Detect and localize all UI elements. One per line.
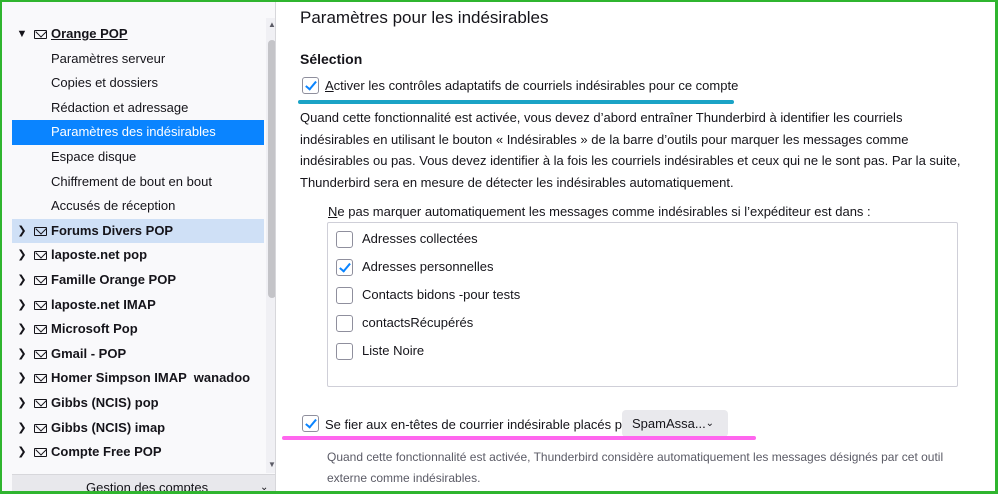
spam-filter-selected: SpamAssa... (632, 416, 706, 431)
mail-account-icon (34, 448, 47, 458)
collapsed-twisty-icon[interactable]: ❯ (16, 391, 28, 416)
account-management-button[interactable]: Gestion des comptes ⌄ (12, 474, 275, 491)
account-management-label: Gestion des comptes (86, 480, 209, 491)
collapsed-twisty-icon[interactable]: ❯ (16, 342, 28, 367)
address-book-label: Adresses collectées (362, 231, 478, 246)
trust-headers-checkbox[interactable] (302, 415, 319, 432)
trust-headers-label[interactable]: Se fier aux en-têtes de courrier indésir… (325, 417, 641, 432)
scroll-up-arrow-icon[interactable]: ▲ (266, 20, 275, 29)
mail-account-icon (34, 30, 47, 39)
account-label: laposte.net IMAP (51, 296, 156, 312)
mail-account-icon (34, 423, 47, 433)
sidebar-item-disk-space[interactable]: Espace disque (12, 145, 264, 170)
account-homer-simpson-imap[interactable]: ❯ Homer Simpson IMAP wanadoo (12, 366, 264, 391)
account-laposte-imap[interactable]: ❯ laposte.net IMAP (12, 293, 264, 318)
sidebar-item-label: Chiffrement de bout en bout (51, 173, 212, 189)
mail-account-icon (34, 275, 47, 285)
mail-account-icon (34, 226, 47, 236)
sidebar-item-label: Espace disque (51, 148, 137, 164)
mail-account-icon (34, 251, 47, 261)
sidebar-item-label: Paramètres serveur (51, 50, 166, 66)
junk-settings-panel: Paramètres pour les indésirables Sélecti… (280, 0, 994, 494)
account-label: Orange POP (51, 26, 128, 41)
mail-account-icon (34, 398, 47, 408)
collapsed-twisty-icon[interactable]: ❯ (16, 293, 28, 318)
account-label: Forums Divers POP (51, 222, 174, 238)
sidebar-item-server-settings[interactable]: Paramètres serveur (12, 47, 264, 72)
chevron-down-icon: ⌄ (705, 418, 714, 429)
adaptive-junk-checkbox[interactable] (302, 77, 319, 94)
address-book-checkbox[interactable] (336, 231, 353, 248)
sidebar-scrollbar[interactable]: ▲ ▼ (266, 18, 275, 473)
section-title: Sélection (300, 51, 363, 67)
account-label: Homer Simpson IMAP wanadoo (51, 370, 251, 386)
scrollbar-thumb[interactable] (268, 40, 275, 298)
account-label: Famille Orange POP (51, 271, 176, 287)
account-laposte-pop[interactable]: ❯ laposte.net pop (12, 243, 264, 268)
mail-account-icon (34, 300, 47, 310)
address-book-label: contactsRécupérés (362, 315, 474, 330)
adaptive-description: Quand cette fonctionnalité est activée, … (300, 110, 961, 190)
address-book-checkbox[interactable] (336, 315, 353, 332)
address-book-checkbox[interactable] (336, 343, 353, 360)
collapsed-twisty-icon[interactable]: ❯ (16, 317, 28, 342)
account-label: Microsoft Pop (51, 321, 138, 337)
page-title: Paramètres pour les indésirables (300, 8, 549, 27)
address-book-label: Adresses personnelles (362, 259, 494, 274)
address-book-checkbox[interactable] (336, 287, 353, 304)
account-label: Gmail - POP (51, 345, 127, 361)
address-book-label: Liste Noire (362, 343, 425, 358)
collapsed-twisty-icon[interactable]: ❯ (16, 243, 28, 268)
annotation-underline-pink (282, 436, 756, 440)
sidebar-item-e2e-encryption[interactable]: Chiffrement de bout en bout (12, 170, 264, 195)
collapsed-twisty-icon[interactable]: ❯ (16, 366, 28, 391)
account-label: Compte Free POP (51, 444, 162, 460)
mail-account-icon (34, 349, 47, 359)
account-label: Gibbs (NCIS) pop (51, 394, 159, 410)
account-orange-pop[interactable]: ▼ Orange POP (12, 22, 264, 47)
account-forums-divers-pop[interactable]: ❯ Forums Divers POP (12, 218, 264, 244)
adaptive-junk-label[interactable]: Activer les contrôles adaptatifs de cour… (325, 78, 738, 93)
account-famille-orange-pop[interactable]: ❯ Famille Orange POP (12, 268, 264, 293)
chevron-down-icon: ⌄ (260, 482, 269, 491)
collapsed-twisty-icon[interactable]: ❯ (16, 416, 28, 441)
sidebar-item-label: Copies et dossiers (51, 75, 158, 91)
mail-account-icon (34, 374, 47, 384)
account-gmail-pop[interactable]: ❯ Gmail - POP (12, 342, 264, 367)
trust-headers-note: Quand cette fonctionnalité est activée, … (327, 450, 944, 485)
account-free-pop[interactable]: ❯ Compte Free POP (12, 440, 264, 465)
mail-account-icon (34, 325, 47, 335)
sidebar-item-label: Paramètres des indésirables (51, 124, 216, 140)
sidebar-item-copies-folders[interactable]: Copies et dossiers (12, 71, 264, 96)
annotation-underline-blue (298, 100, 734, 104)
account-sidebar: ▼ Orange POP Paramètres serveur Copies e… (2, 2, 276, 491)
account-gibbs-imap[interactable]: ❯ Gibbs (NCIS) imap (12, 416, 264, 441)
account-microsoft-pop[interactable]: ❯ Microsoft Pop (12, 317, 264, 342)
address-book-checkbox[interactable] (336, 259, 353, 276)
expanded-twisty-icon[interactable]: ▼ (16, 22, 28, 47)
account-label: Gibbs (NCIS) imap (51, 419, 166, 435)
collapsed-twisty-icon[interactable]: ❯ (16, 219, 28, 244)
address-book-label: Contacts bidons -pour tests (362, 287, 521, 302)
sidebar-item-label: Rédaction et adressage (51, 99, 189, 115)
spam-filter-select[interactable]: SpamAssa... ⌄ (622, 410, 728, 437)
sidebar-item-composition[interactable]: Rédaction et adressage (12, 96, 264, 121)
address-book-list[interactable]: Adresses collectées Adresses personnelle… (327, 222, 958, 387)
whitelist-caption: Ne pas marquer automatiquement les messa… (328, 204, 871, 219)
collapsed-twisty-icon[interactable]: ❯ (16, 268, 28, 293)
account-tree: ▼ Orange POP Paramètres serveur Copies e… (12, 22, 264, 465)
sidebar-item-label: Accusés de réception (51, 198, 176, 214)
collapsed-twisty-icon[interactable]: ❯ (16, 440, 28, 465)
account-label: laposte.net pop (51, 247, 148, 263)
scroll-down-arrow-icon[interactable]: ▼ (266, 460, 275, 469)
sidebar-item-return-receipts[interactable]: Accusés de réception (12, 194, 264, 219)
account-gibbs-pop[interactable]: ❯ Gibbs (NCIS) pop (12, 391, 264, 416)
sidebar-item-junk-settings[interactable]: Paramètres des indésirables (12, 120, 264, 145)
